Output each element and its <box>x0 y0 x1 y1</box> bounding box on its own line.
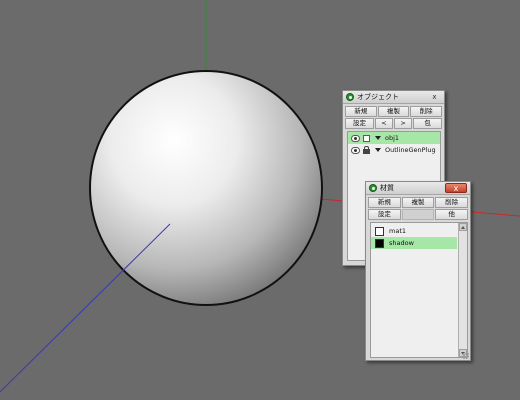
material-color-swatch <box>375 238 384 248</box>
material-row-mat1[interactable]: mat1 <box>371 225 467 237</box>
material-panel-close-button[interactable]: x <box>445 183 467 193</box>
object-panel-titlebar[interactable]: オブジェクト x <box>343 91 444 104</box>
sphere-object[interactable] <box>89 70 323 306</box>
material-duplicate-button[interactable]: 複製 <box>401 197 435 208</box>
object-wrap-button[interactable]: 包 <box>413 118 442 129</box>
expand-triangle-icon[interactable] <box>375 148 381 152</box>
material-panel-title: 材質 <box>380 184 394 192</box>
material-other-button[interactable]: 他 <box>435 209 469 220</box>
material-new-button[interactable]: 新規 <box>368 197 401 208</box>
lock-icon[interactable] <box>363 146 370 154</box>
scroll-up-arrow-icon[interactable] <box>459 223 467 231</box>
z-axis <box>0 223 171 393</box>
object-name: obj1 <box>385 134 400 142</box>
object-name: OutlineGenPlug <box>385 146 436 154</box>
object-next-button[interactable]: > <box>394 118 413 129</box>
resize-grip-icon[interactable] <box>463 353 469 359</box>
material-panel-titlebar[interactable]: 材質 x <box>366 182 470 195</box>
object-row-outlinegenplug[interactable]: OutlineGenPlug <box>348 144 440 156</box>
expand-triangle-icon[interactable] <box>375 136 381 140</box>
material-name: shadow <box>389 239 414 247</box>
object-row-obj1[interactable]: obj1 <box>348 132 440 144</box>
material-list-scrollbar[interactable] <box>458 223 467 357</box>
material-panel: 材質 x 新規 複製 削除 設定 他 mat1 shadow <box>365 181 471 361</box>
visibility-eye-icon[interactable] <box>351 146 360 154</box>
object-settings-button[interactable]: 設定 <box>345 118 374 129</box>
object-duplicate-button[interactable]: 複製 <box>377 106 410 117</box>
material-color-swatch <box>375 226 384 236</box>
object-new-button[interactable]: 新規 <box>345 106 377 117</box>
visibility-eye-icon[interactable] <box>351 134 360 142</box>
panel-app-icon <box>369 184 377 192</box>
material-delete-button[interactable]: 削除 <box>435 197 469 208</box>
material-blank-button[interactable] <box>401 209 435 220</box>
object-delete-button[interactable]: 削除 <box>410 106 443 117</box>
material-row-shadow[interactable]: shadow <box>371 237 457 249</box>
lock-checkbox-icon[interactable] <box>363 134 370 142</box>
panel-app-icon <box>346 93 354 101</box>
object-prev-button[interactable]: < <box>374 118 393 129</box>
object-panel-close-button[interactable]: x <box>429 93 440 101</box>
material-settings-button[interactable]: 設定 <box>368 209 401 220</box>
material-name: mat1 <box>389 227 406 235</box>
object-panel-title: オブジェクト <box>357 93 399 101</box>
material-list: mat1 shadow <box>370 222 468 358</box>
